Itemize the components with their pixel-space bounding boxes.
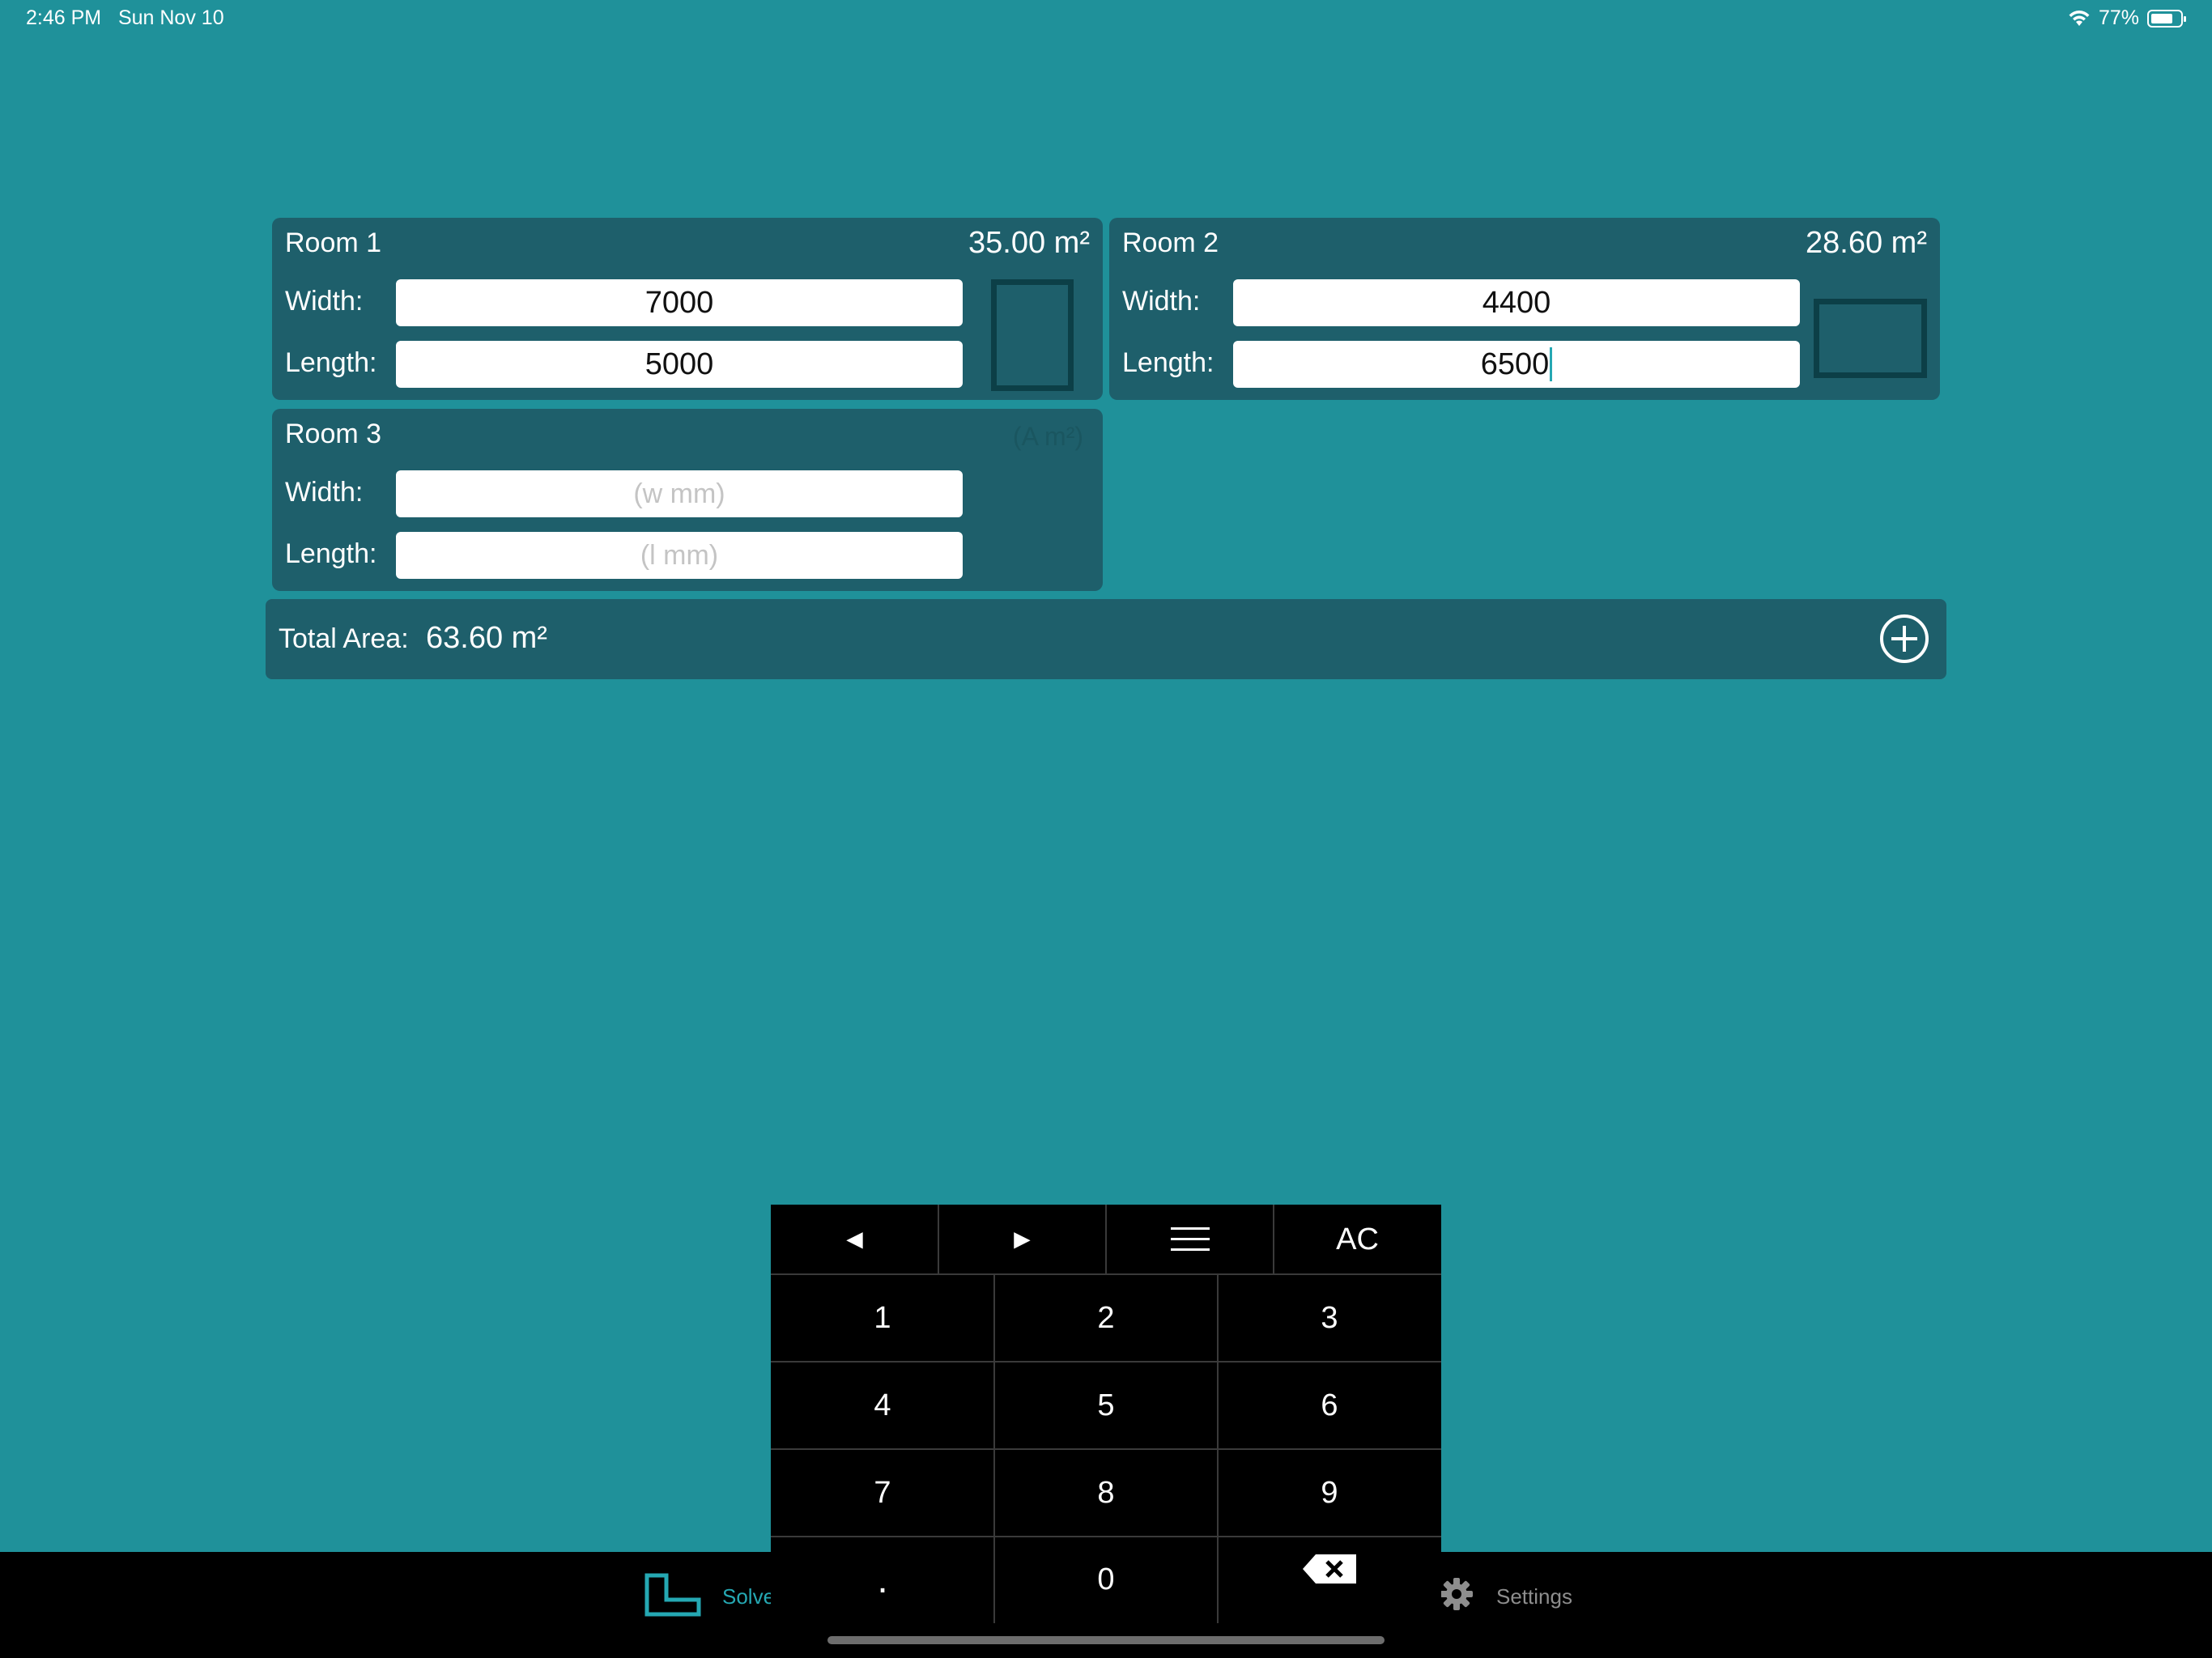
add-room-button[interactable]: [1880, 614, 1929, 663]
room-card-2: Room 2 28.60 m² Width: 4400 Length: 6500: [1109, 218, 1940, 400]
width-field[interactable]: 4400: [1233, 279, 1800, 326]
room-shape-preview: [1814, 299, 1927, 378]
room-title: Room 3: [285, 419, 382, 449]
room-shape-preview: [991, 279, 1074, 391]
room-area: 28.60 m²: [1806, 226, 1927, 260]
numeric-keypad: ◄ ► AC 1 2 3 4 5 6 7 8 9 . 0: [771, 1205, 1441, 1623]
keypad-divider: [771, 1536, 1441, 1537]
key-6[interactable]: 6: [1218, 1362, 1441, 1449]
length-value: 6500: [1480, 346, 1550, 381]
tab-solve[interactable]: Solve: [644, 1573, 790, 1622]
hamburger-icon: [1170, 1227, 1210, 1251]
width-label: Width:: [285, 286, 364, 317]
room-title: Room 2: [1122, 227, 1219, 258]
battery-percent: 77%: [2098, 6, 2139, 29]
gear-icon: [1440, 1578, 1473, 1610]
width-label: Width:: [1122, 286, 1201, 317]
text-caret: [1550, 347, 1553, 381]
battery-icon: [2147, 9, 2186, 28]
key-1[interactable]: 1: [771, 1274, 994, 1362]
key-4[interactable]: 4: [771, 1362, 994, 1449]
key-3[interactable]: 3: [1218, 1274, 1441, 1362]
room-title: Room 1: [285, 227, 382, 258]
total-area-value: 63.60 m²: [426, 621, 547, 655]
cursor-right-button[interactable]: ►: [938, 1205, 1106, 1274]
length-field-active[interactable]: 6500: [1233, 341, 1800, 388]
room-card-1: Room 1 35.00 m² Width: 7000 Length: 5000: [272, 218, 1103, 400]
room-area: 35.00 m²: [968, 226, 1090, 260]
keypad-divider: [938, 1205, 939, 1274]
total-area-bar: Total Area: 63.60 m²: [266, 599, 1946, 679]
backspace-icon: [1303, 1554, 1356, 1584]
home-indicator: [827, 1636, 1385, 1644]
clear-all-button[interactable]: AC: [1274, 1205, 1441, 1274]
cursor-left-button[interactable]: ◄: [771, 1205, 938, 1274]
length-field[interactable]: 5000: [396, 341, 963, 388]
room-shape-icon: [644, 1573, 701, 1617]
status-date: Sun Nov 10: [117, 6, 224, 29]
menu-button[interactable]: [1106, 1205, 1274, 1274]
total-area-label: Total Area:: [279, 623, 409, 654]
width-label: Width:: [285, 477, 364, 508]
key-decimal[interactable]: .: [771, 1537, 994, 1623]
tab-settings[interactable]: Settings: [1436, 1571, 1598, 1620]
length-label: Length:: [1122, 347, 1214, 378]
tab-solve-label: Solve: [722, 1584, 776, 1609]
width-field[interactable]: 7000: [396, 279, 963, 326]
keypad-divider: [1273, 1205, 1274, 1274]
keypad-divider: [771, 1448, 1441, 1450]
backspace-button[interactable]: [1218, 1537, 1441, 1623]
keypad-divider: [771, 1361, 1441, 1363]
length-label: Length:: [285, 347, 377, 378]
status-indicators: 77%: [2068, 6, 2186, 30]
key-8[interactable]: 8: [994, 1449, 1218, 1537]
room-area-placeholder: (A m²): [1012, 422, 1083, 451]
room-card-3: Room 3 (A m²) Width: (w mm) Length: (l m…: [272, 409, 1103, 591]
keypad-divider: [1105, 1205, 1107, 1274]
length-label: Length:: [285, 538, 377, 569]
width-field[interactable]: (w mm): [396, 470, 963, 517]
key-0[interactable]: 0: [994, 1537, 1218, 1623]
wifi-icon: [2069, 10, 2090, 26]
key-2[interactable]: 2: [994, 1274, 1218, 1362]
key-5[interactable]: 5: [994, 1362, 1218, 1449]
key-9[interactable]: 9: [1218, 1449, 1441, 1537]
tab-settings-label: Settings: [1496, 1584, 1572, 1609]
key-7[interactable]: 7: [771, 1449, 994, 1537]
length-field[interactable]: (l mm): [396, 532, 963, 579]
status-time: 2:46 PM Sun Nov 10: [26, 6, 224, 29]
keypad-divider: [771, 1273, 1441, 1275]
